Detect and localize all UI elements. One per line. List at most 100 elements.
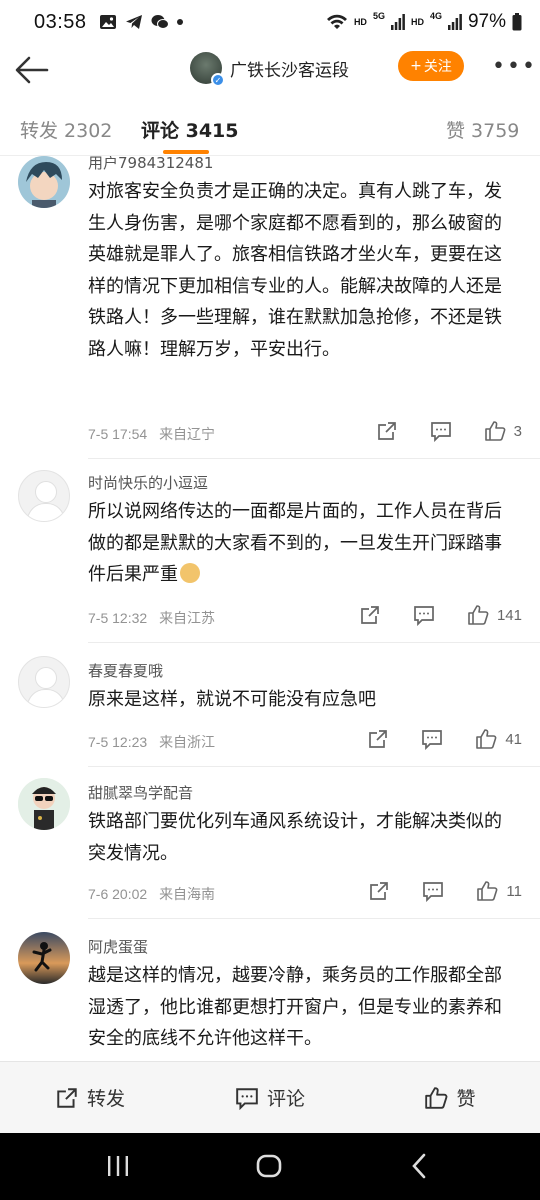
comment-text: 越是这样的情况，越要冷静，乘务员的工作服都全部湿透了，他比谁都更想打开窗户，但是…	[88, 965, 502, 1049]
bottom-action-bar: 转发 评论 赞	[0, 1061, 540, 1133]
network-hd-label: HD	[353, 17, 367, 27]
comment-text: 所以说网络传达的一面都是片面的，工作人员在背后做的都是默默的大家看不到的，一旦发…	[88, 496, 518, 591]
comment-time: 7-5 12:32	[88, 610, 148, 626]
commenter-avatar[interactable]	[18, 156, 70, 208]
repost-icon[interactable]	[359, 604, 381, 626]
tab-repost[interactable]: 转发 2302	[20, 116, 112, 143]
network-hd-label-2: HD	[410, 17, 424, 27]
status-time: 03:58	[34, 10, 87, 33]
comment-meta: 7-5 17:54 来自辽宁	[88, 424, 223, 444]
anime-avatar-icon	[18, 156, 70, 208]
follow-label: 关注	[423, 59, 452, 75]
more-options-icon[interactable]: •••	[492, 54, 537, 79]
commenter-name[interactable]: 春夏春夏哦	[88, 660, 163, 681]
system-nav-bar	[0, 1133, 540, 1200]
comment-actions: 11	[368, 880, 522, 902]
comment-location: 来自辽宁	[159, 426, 216, 442]
network-5g-label: 5G	[372, 11, 385, 21]
divider	[88, 918, 540, 919]
divider	[88, 642, 540, 643]
signal-icon-2	[447, 14, 462, 30]
like-icon	[425, 1086, 448, 1109]
repost-icon[interactable]	[367, 728, 389, 750]
comment-time: 7-5 12:23	[88, 734, 148, 750]
network-4g-label: 4G	[429, 11, 442, 21]
commenter-avatar[interactable]	[18, 778, 70, 830]
battery-level: 97%	[467, 11, 506, 32]
commenter-name[interactable]: 甜腻翠鸟学配音	[88, 782, 193, 803]
default-avatar-icon[interactable]	[18, 656, 70, 708]
wechat-icon	[151, 15, 169, 29]
account-info[interactable]: ✓ 广铁长沙客运段	[190, 52, 349, 87]
commenter-name[interactable]: 时尚快乐的小逗逗	[88, 472, 208, 493]
doge-emoji-icon	[180, 563, 200, 583]
like-count: 41	[505, 730, 522, 748]
divider	[88, 766, 540, 767]
comment-time: 7-5 17:54	[88, 426, 148, 442]
wifi-icon	[326, 14, 347, 29]
like-icon[interactable]	[484, 420, 506, 442]
comment-location: 来自海南	[159, 886, 216, 902]
divider	[88, 458, 540, 459]
plus-icon: +	[410, 58, 422, 74]
comment-location: 来自浙江	[159, 734, 216, 750]
status-bar: 03:58 HD 5G HD 4G 97%	[0, 0, 540, 44]
like-icon[interactable]	[475, 728, 497, 750]
sunset-avatar-icon	[18, 932, 70, 984]
signal-icon	[390, 14, 405, 30]
gallery-icon	[99, 15, 116, 29]
comment-actions: 41	[367, 728, 522, 750]
top-header: ✓ 广铁长沙客运段 + 关注 •••	[0, 44, 540, 96]
comment-list[interactable]: 用户7984312481 对旅客安全负责才是正确的决定。真有人跳了车，发生人身伤…	[0, 156, 540, 1061]
comment-icon[interactable]	[413, 604, 435, 626]
repost-icon[interactable]	[368, 880, 390, 902]
like-icon[interactable]	[476, 880, 498, 902]
verified-badge-icon: ✓	[211, 73, 225, 87]
sunglasses-avatar-icon	[18, 778, 70, 830]
commenter-name[interactable]: 阿虎蛋蛋	[88, 936, 148, 957]
commenter-name[interactable]: 用户7984312481	[88, 156, 213, 173]
tab-comments[interactable]: 评论 3415	[141, 116, 239, 143]
comment-text: 原来是这样，就说不可能没有应急吧	[88, 689, 376, 710]
back-arrow-icon[interactable]	[14, 54, 50, 86]
recent-apps-icon[interactable]	[106, 1155, 130, 1177]
comment-icon	[236, 1087, 258, 1110]
comment-location: 来自江苏	[159, 610, 216, 626]
like-count: 3	[513, 422, 522, 440]
comment-icon[interactable]	[430, 420, 452, 442]
comment-label: 评论	[266, 1088, 305, 1110]
comment-time: 7-6 20:02	[88, 886, 148, 902]
battery-icon	[512, 13, 522, 31]
comment-actions: 141	[359, 604, 522, 626]
like-count: 11	[506, 882, 522, 900]
comment-icon[interactable]	[421, 728, 443, 750]
repost-button[interactable]: 转发	[0, 1062, 180, 1133]
repost-icon[interactable]	[376, 420, 398, 442]
comment-button[interactable]: 评论	[180, 1062, 360, 1133]
telegram-icon	[125, 15, 142, 29]
comment-icon[interactable]	[422, 880, 444, 902]
default-avatar-icon[interactable]	[18, 470, 70, 522]
active-tab-indicator	[163, 150, 209, 154]
comment-text: 对旅客安全负责才是正确的决定。真有人跳了车，发生人身伤害，是哪个家庭都不愿看到的…	[88, 181, 502, 360]
commenter-avatar[interactable]	[18, 932, 70, 984]
comment-text-content: 所以说网络传达的一面都是片面的，工作人员在背后做的都是默默的大家看不到的，一旦发…	[88, 501, 502, 585]
comment-meta: 7-5 12:23 来自浙江	[88, 732, 223, 752]
comment-meta: 7-6 20:02 来自海南	[88, 884, 223, 904]
home-icon[interactable]	[256, 1154, 282, 1178]
comment-meta: 7-5 12:32 来自江苏	[88, 608, 223, 628]
back-icon[interactable]	[410, 1153, 428, 1179]
like-label: 赞	[456, 1088, 476, 1110]
like-icon[interactable]	[467, 604, 489, 626]
dot-icon	[176, 19, 183, 25]
account-avatar[interactable]: ✓	[190, 52, 225, 87]
like-button[interactable]: 赞	[360, 1062, 540, 1133]
follow-button[interactable]: + 关注	[398, 51, 464, 81]
tab-bar: 转发 2302 评论 3415 赞 3759	[0, 96, 540, 156]
repost-label: 转发	[86, 1088, 125, 1110]
account-name[interactable]: 广铁长沙客运段	[230, 56, 349, 81]
comment-actions: 3	[376, 420, 522, 442]
comment-text: 铁路部门要优化列车通风系统设计，才能解决类似的突发情况。	[88, 811, 502, 864]
tab-likes[interactable]: 赞 3759	[446, 116, 519, 143]
repost-icon	[57, 1087, 77, 1108]
